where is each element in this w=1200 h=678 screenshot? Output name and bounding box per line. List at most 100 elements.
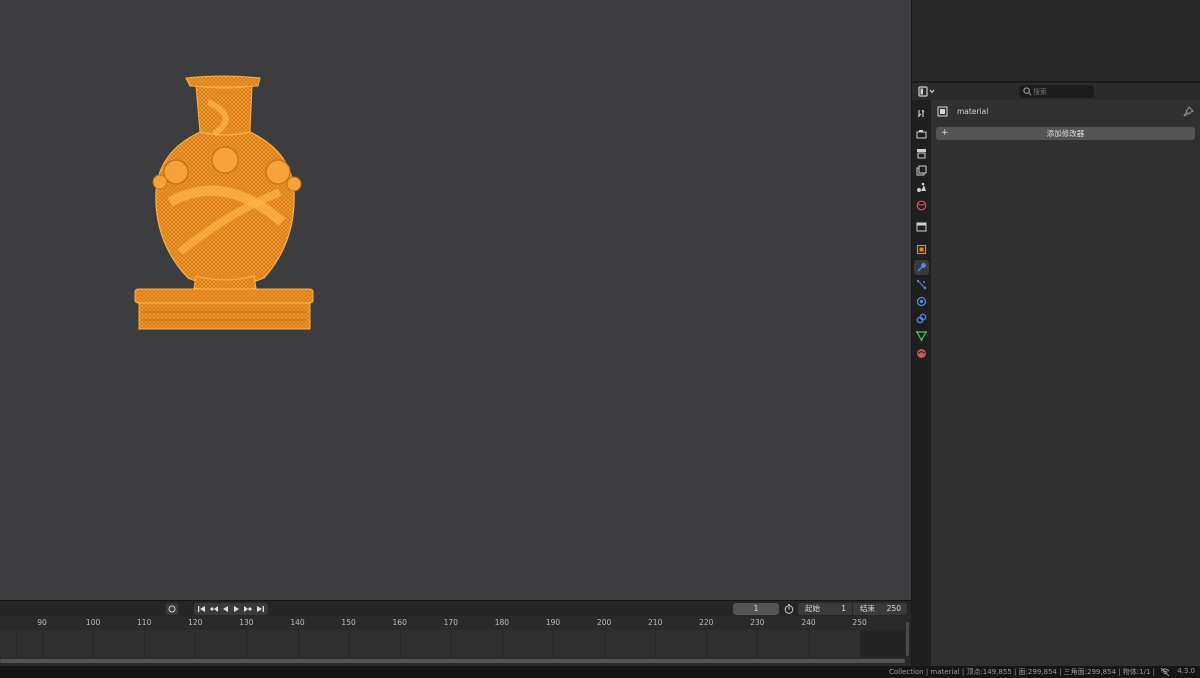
tab-output[interactable] [914, 146, 929, 161]
data-icon [916, 331, 927, 341]
frame-end-value: 250 [886, 604, 901, 613]
timeline-tick-label: 250 [852, 618, 867, 627]
frame-end-field[interactable]: 结束 250 [853, 603, 907, 615]
editor-type-icon [918, 86, 935, 97]
material-icon [917, 349, 926, 358]
timeline-scrollbar-thumb[interactable] [0, 659, 905, 663]
frame-start-label: 起始 [805, 604, 820, 613]
timeline-gridline [399, 630, 401, 657]
frame-start-value: 1 [841, 604, 846, 613]
status-bar: Collection | material | 顶点:149,855 | 面:2… [0, 666, 1200, 678]
timeline-scrollbar[interactable] [0, 657, 911, 666]
object-name: material [957, 107, 989, 116]
vase-object[interactable] [130, 72, 320, 334]
tab-scene[interactable] [914, 180, 929, 195]
properties-header [912, 83, 1200, 100]
record-icon [168, 605, 176, 613]
timeline-header: 1 起始 1 结束 250 [0, 600, 911, 616]
tab-render[interactable] [914, 127, 929, 142]
timeline-gridline [706, 630, 708, 657]
timeline-tick-label: 100 [85, 618, 101, 627]
auto-keying-button[interactable] [166, 603, 178, 615]
3d-viewport[interactable] [0, 0, 911, 600]
world-icon [916, 200, 927, 211]
tab-particles[interactable] [914, 277, 929, 292]
outliner-panel[interactable] [912, 0, 1200, 82]
timeline-gridline [859, 630, 861, 657]
tab-material[interactable] [914, 346, 929, 361]
render-icon [916, 130, 927, 139]
object-icon [937, 106, 948, 117]
timeline-tick-label: 150 [341, 618, 356, 627]
timeline-tick-label: 200 [596, 618, 612, 627]
timeline-gridline [604, 630, 606, 657]
tab-physics[interactable] [914, 294, 929, 309]
timeline-gridline [757, 630, 759, 657]
timeline-gridline [16, 630, 17, 657]
timeline-out-of-range [860, 630, 911, 657]
blender-window: material + 添加修改器 1 [0, 0, 1200, 678]
jump-start-icon[interactable] [197, 605, 206, 613]
vase-mesh[interactable] [130, 72, 320, 334]
search-input[interactable] [1033, 85, 1093, 98]
timeline-body[interactable] [0, 630, 911, 657]
timeline-vertical-scrollbar[interactable] [906, 622, 909, 656]
object-header-row: material [936, 105, 1194, 119]
tab-view-layer[interactable] [914, 163, 929, 178]
timeline-tick-label: 90 [37, 618, 47, 627]
tab-modifier[interactable] [914, 260, 929, 275]
timeline-tick-label: 220 [699, 618, 714, 627]
properties-search[interactable] [1019, 85, 1094, 98]
timeline-tick-label: 120 [188, 618, 203, 627]
current-frame-field[interactable]: 1 [733, 603, 779, 615]
collection-icon [916, 222, 927, 232]
tab-constraints[interactable] [914, 311, 929, 326]
view-layer-icon [916, 165, 927, 176]
timeline-ruler[interactable]: 90 100 110 120 130 140 150 160 170 180 190 200 210 22… [0, 616, 911, 630]
add-modifier-label: 添加修改器 [1046, 129, 1085, 138]
timeline-tick-label: 210 [648, 618, 663, 627]
jump-end-icon[interactable] [256, 605, 265, 613]
scene-icon [917, 182, 926, 192]
particles-icon [916, 279, 927, 290]
timeline-gridline [297, 630, 299, 657]
scene-statistics: Collection | material | 顶点:149,855 | 面:2… [888, 668, 1155, 676]
timeline-tick-label: 240 [801, 618, 816, 627]
play-reverse-icon[interactable] [221, 605, 230, 613]
physics-icon [916, 296, 927, 307]
search-icon [1023, 87, 1032, 96]
tool-icon [917, 109, 925, 118]
next-keyframe-icon[interactable] [243, 605, 253, 613]
stopwatch-icon[interactable] [784, 604, 794, 614]
pin-icon[interactable] [1183, 106, 1194, 117]
timeline-tick-label: 180 [494, 618, 510, 627]
timeline-gridline [501, 630, 503, 657]
timeline-tick-label: 190 [545, 618, 561, 627]
object-icon [916, 244, 927, 255]
playback-controls [194, 603, 268, 615]
network-off-icon [1160, 667, 1170, 677]
timeline-gridline [553, 630, 554, 657]
tab-data[interactable] [914, 328, 929, 343]
tab-tool[interactable] [914, 106, 929, 121]
timeline-gridline [450, 630, 452, 657]
tab-object[interactable] [914, 242, 929, 257]
timeline-gridline [42, 630, 43, 657]
timeline-gridline [144, 630, 146, 657]
properties-tab-strip [912, 100, 931, 666]
prev-keyframe-icon[interactable] [209, 605, 218, 613]
tab-collection[interactable] [914, 219, 929, 234]
editor-type-dropdown[interactable] [918, 86, 936, 97]
timeline-tick-label: 230 [750, 618, 765, 627]
timeline-gridline [808, 630, 810, 657]
tab-world[interactable] [914, 198, 929, 213]
timeline-tick-label: 170 [443, 618, 458, 627]
constraints-icon [916, 313, 927, 324]
timeline-tick-label: 140 [290, 618, 305, 627]
play-icon[interactable] [232, 605, 241, 613]
plus-icon: + [941, 128, 949, 138]
blender-version: 4.3.0 [1177, 667, 1195, 675]
modifier-icon [917, 262, 927, 272]
add-modifier-button[interactable]: + 添加修改器 [936, 127, 1195, 140]
frame-start-field[interactable]: 起始 1 [798, 603, 852, 615]
